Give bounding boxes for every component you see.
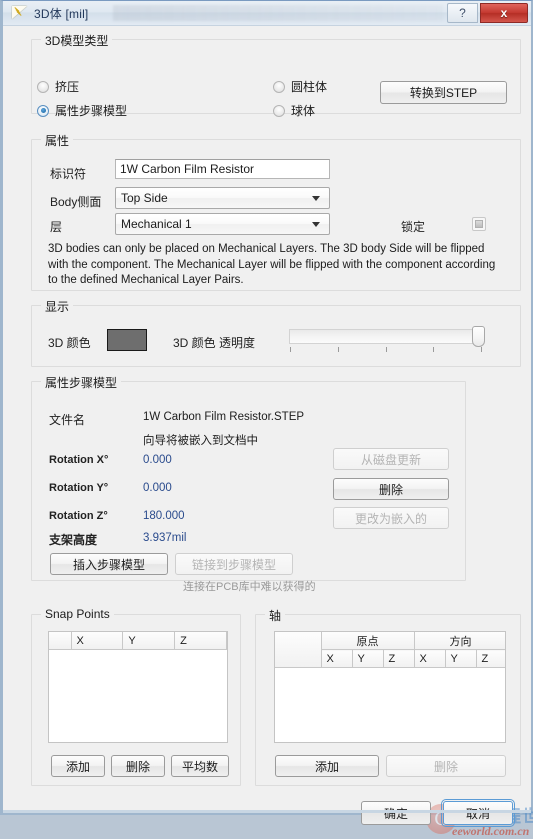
axis-delete-button[interactable]: 删除 <box>386 755 506 777</box>
radio-generic-step-model[interactable]: 属性步骤模型 <box>37 102 127 119</box>
snap-add-button[interactable]: 添加 <box>51 755 105 777</box>
help-button[interactable]: ? <box>447 3 478 23</box>
rotation-z-value[interactable]: 180.000 <box>143 510 185 522</box>
opacity-slider-thumb[interactable] <box>472 326 485 347</box>
rotation-x-value[interactable]: 0.000 <box>143 454 172 466</box>
change-to-embedded-button[interactable]: 更改为嵌入的 <box>333 507 449 529</box>
snap-points-table[interactable]: X Y Z <box>48 631 228 743</box>
radio-extrude[interactable]: 挤压 <box>37 78 79 95</box>
layer-value: Mechanical 1 <box>121 217 192 231</box>
watermark-url: eeworld.com.cn <box>452 824 530 838</box>
identifier-value: 1W Carbon Film Resistor <box>120 162 255 176</box>
close-button[interactable]: x <box>480 3 528 23</box>
insert-step-model-button[interactable]: 插入步骤模型 <box>50 553 168 575</box>
layer-label: 层 <box>50 220 63 234</box>
opacity-slider-ticks <box>290 347 482 352</box>
update-from-disk-button[interactable]: 从磁盘更新 <box>333 448 449 470</box>
rotation-y-value[interactable]: 0.000 <box>143 482 172 494</box>
radio-label: 挤压 <box>55 80 80 94</box>
identifier-label: 标识符 <box>50 167 87 181</box>
link-to-step-model-button[interactable]: 链接到步骤模型 <box>175 553 293 575</box>
axis-direction-x[interactable]: X <box>414 649 446 668</box>
axis-group-origin[interactable]: 原点 <box>321 632 415 650</box>
link-step-hint: 连接在PCB库中难以获得的 <box>183 581 316 593</box>
axis-group-header-row: 原点 方向 <box>275 632 505 668</box>
chevron-down-icon <box>312 196 320 201</box>
window-title: 3D体 [mil] <box>34 6 89 21</box>
axis-direction-y[interactable]: Y <box>445 649 477 668</box>
axis-origin-z[interactable]: Z <box>383 649 415 668</box>
convert-to-step-button[interactable]: 转换到STEP <box>380 81 507 104</box>
axis-direction-z[interactable]: Z <box>476 649 505 668</box>
identifier-input[interactable]: 1W Carbon Film Resistor <box>115 159 330 179</box>
axis-table[interactable]: 原点 方向 X Y Z X Y Z <box>274 631 506 743</box>
properties-legend: 属性 <box>41 132 74 149</box>
filename-label: 文件名 <box>49 413 86 427</box>
snap-points-header-row: X Y Z <box>49 632 227 650</box>
snap-points-legend: Snap Points <box>41 607 114 621</box>
body-side-label: Body侧面 <box>50 195 102 209</box>
snap-col-blank[interactable] <box>49 632 72 650</box>
standoff-height-value[interactable]: 3.937mil <box>143 532 186 544</box>
3d-color-swatch[interactable] <box>107 329 147 351</box>
axis-add-button[interactable]: 添加 <box>275 755 379 777</box>
rotation-z-label: Rotation Z° <box>49 510 108 522</box>
3d-opacity-label: 3D 颜色 透明度 <box>173 336 256 350</box>
3d-body-icon <box>12 6 28 20</box>
chevron-down-icon <box>312 222 320 227</box>
snap-average-button[interactable]: 平均数 <box>171 755 229 777</box>
opacity-slider-track[interactable] <box>289 329 484 344</box>
snap-col-y[interactable]: Y <box>122 632 176 650</box>
title-bar: 3D体 [mil] ? x <box>3 1 531 26</box>
radio-dot-icon <box>37 104 49 117</box>
radio-sphere[interactable]: 球体 <box>273 102 315 119</box>
radio-dot-icon <box>273 104 285 117</box>
cancel-button[interactable]: 取消 <box>441 799 515 827</box>
delete-step-model-button[interactable]: 删除 <box>333 478 449 500</box>
standoff-height-label: 支架高度 <box>49 533 98 547</box>
lock-checkbox[interactable] <box>472 217 486 231</box>
filename-value: 1W Carbon Film Resistor.STEP <box>143 411 305 423</box>
axis-legend: 轴 <box>265 607 286 624</box>
title-bar-background-blur <box>113 5 443 21</box>
layer-combo[interactable]: Mechanical 1 <box>115 213 330 235</box>
snap-delete-button[interactable]: 删除 <box>111 755 165 777</box>
radio-label: 属性步骤模型 <box>55 104 128 118</box>
rotation-x-label: Rotation X° <box>49 454 109 466</box>
ok-button[interactable]: 确定 <box>361 801 431 825</box>
axis-origin-y[interactable]: Y <box>352 649 384 668</box>
rotation-y-label: Rotation Y° <box>49 482 109 494</box>
radio-cylinder[interactable]: 圆柱体 <box>273 78 327 95</box>
axis-group-direction[interactable]: 方向 <box>414 632 505 650</box>
radio-dot-icon <box>273 80 285 93</box>
body-side-value: Top Side <box>121 191 168 205</box>
radio-label: 球体 <box>291 104 316 118</box>
display-legend: 显示 <box>41 298 74 315</box>
dialog-window: 3D体 [mil] ? x 3D模型类型 挤压 属性步骤模型 圆柱体 球体 转换… <box>0 0 533 838</box>
snap-col-x[interactable]: X <box>71 632 124 650</box>
window-bottom-edge <box>3 810 531 813</box>
step-model-legend: 属性步骤模型 <box>41 374 122 391</box>
lock-label: 锁定 <box>401 220 426 234</box>
3d-color-label: 3D 颜色 <box>48 336 91 350</box>
radio-label: 圆柱体 <box>291 80 328 94</box>
model-type-legend: 3D模型类型 <box>41 32 113 49</box>
embedded-note: 向导将被嵌入到文档中 <box>143 435 258 447</box>
body-side-combo[interactable]: Top Side <box>115 187 330 209</box>
radio-dot-icon <box>37 80 49 93</box>
mechanical-layer-note: 3D bodies can only be placed on Mechanic… <box>48 243 496 286</box>
axis-col-blank[interactable] <box>275 632 322 668</box>
axis-origin-x[interactable]: X <box>321 649 353 668</box>
window-controls: ? x <box>447 3 528 23</box>
snap-col-z[interactable]: Z <box>174 632 227 650</box>
